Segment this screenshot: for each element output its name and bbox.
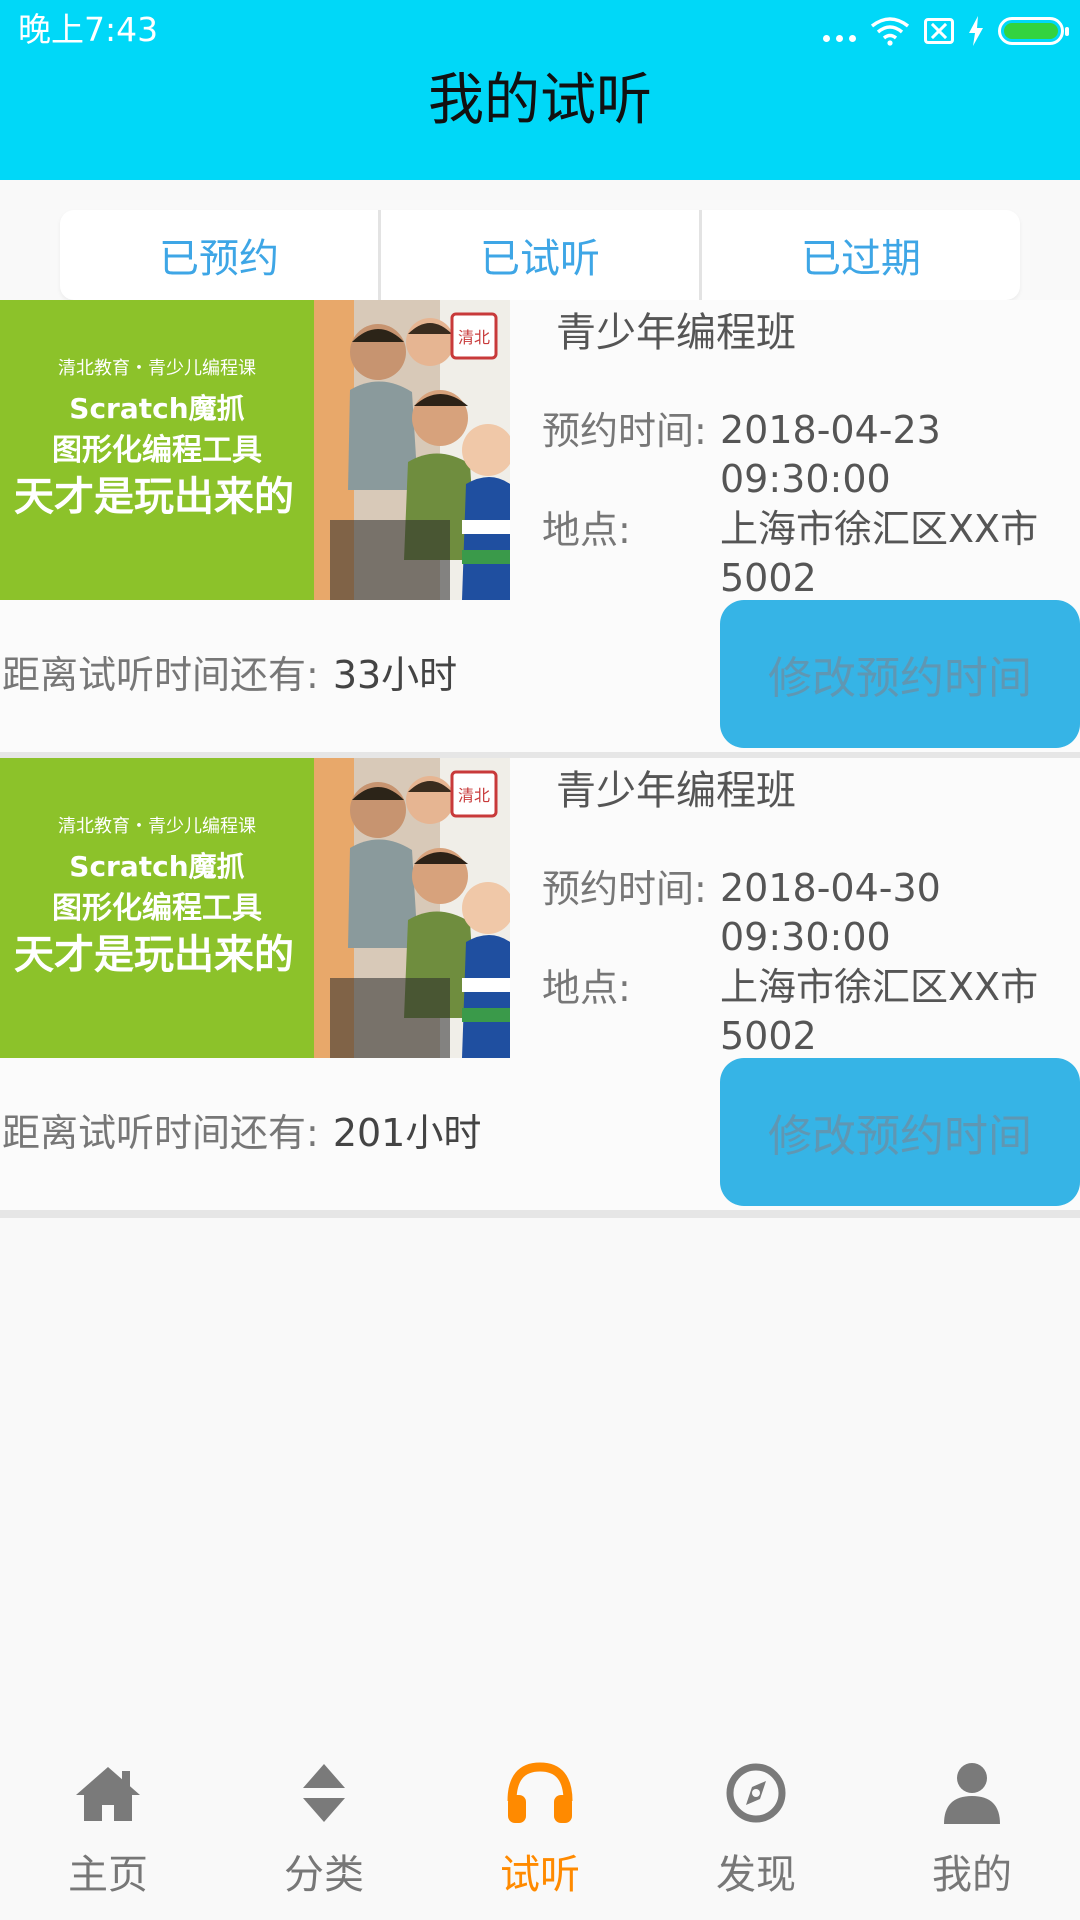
thumb-line1: 清北教育・青少儿编程课 [58,358,256,379]
course-thumbnail[interactable]: 清北教育・青少儿编程课 Scratch魔抓 图形化编程工具 天才是玩出来的 清北 [0,300,510,600]
nav-home[interactable]: 主页 [0,1730,216,1920]
trial-date: 2018-04-30 [720,866,941,910]
page-title: 我的试听 [428,68,652,133]
nav-mine-label: 我的 [932,1852,1012,1898]
tab-expired[interactable]: 已过期 [699,210,1020,300]
brand-seal-icon: 清北 [450,312,498,360]
location-line1: 上海市徐汇区XX市 [720,965,1039,1009]
thumb-line4: 天才是玩出来的 [14,474,294,520]
thumb-line1: 清北教育・青少儿编程课 [58,816,256,837]
location-line1: 上海市徐汇区XX市 [720,507,1039,551]
modify-booking-button[interactable]: 修改预约时间 [720,1058,1080,1206]
segment-tabs: 已预约 已试听 已过期 [60,210,1020,300]
thumb-line2: Scratch魔抓 [69,392,244,425]
nav-category-label: 分类 [284,1852,364,1898]
thumb-line3: 图形化编程工具 [52,891,262,926]
course-thumbnail[interactable]: 清北教育・青少儿编程课 Scratch魔抓 图形化编程工具 天才是玩出来的 清北 [0,758,510,1058]
battery-icon [998,17,1069,45]
countdown-value: 201小时 [332,1111,482,1155]
status-icons [823,12,1069,50]
time-label: 预约时间: [542,867,707,911]
course-name: 青少年编程班 [556,310,796,356]
nav-mine[interactable]: 我的 [864,1730,1080,1920]
more-dots-icon [823,16,856,46]
no-sim-icon [924,18,954,44]
trial-card[interactable]: 清北教育・青少儿编程课 Scratch魔抓 图形化编程工具 天才是玩出来的 清北 [0,758,1080,1218]
charging-icon [969,16,983,46]
header: 我的试听 [0,62,1080,180]
headphones-icon [500,1758,580,1828]
countdown-label: 距离试听时间还有: [2,1111,319,1155]
trial-date: 2018-04-23 [720,408,941,452]
countdown: 距离试听时间还有: 33小时 [2,650,457,700]
nav-trial-label: 试听 [500,1852,580,1898]
seal-text: 清北 [458,328,490,347]
countdown: 距离试听时间还有: 201小时 [2,1108,481,1158]
bottom-nav: 主页 分类 试听 发现 我的 [0,1730,1080,1920]
thumb-line4: 天才是玩出来的 [14,932,294,978]
nav-trial[interactable]: 试听 [432,1730,648,1920]
countdown-value: 33小时 [332,653,458,697]
location-label: 地点: [542,966,631,1010]
nav-category[interactable]: 分类 [216,1730,432,1920]
nav-home-label: 主页 [68,1852,148,1898]
course-name: 青少年编程班 [556,768,796,814]
trial-card[interactable]: 清北教育・青少儿编程课 Scratch魔抓 图形化编程工具 天才是玩出来的 清北 [0,300,1080,760]
trial-time: 09:30:00 [720,915,891,959]
status-time: 晚上7:43 [18,10,159,49]
tab-booked[interactable]: 已预约 [60,210,378,300]
trial-time: 09:30:00 [720,457,891,501]
tab-attended[interactable]: 已试听 [378,210,699,300]
status-bar: 晚上7:43 [0,0,1080,62]
nav-discover[interactable]: 发现 [648,1730,864,1920]
seal-text: 清北 [458,786,490,805]
nav-discover-label: 发现 [716,1852,796,1898]
compass-icon [716,1758,796,1828]
wifi-icon [870,17,910,46]
modify-booking-button[interactable]: 修改预约时间 [720,600,1080,748]
thumb-line2: Scratch魔抓 [69,850,244,883]
location-line2: 5002 [720,1014,817,1058]
location-line2: 5002 [720,556,817,600]
home-icon [68,1758,148,1828]
sort-icon [284,1758,364,1828]
countdown-label: 距离试听时间还有: [2,653,319,697]
location-label: 地点: [542,508,631,552]
time-label: 预约时间: [542,409,707,453]
brand-seal-icon: 清北 [450,770,498,818]
user-icon [932,1758,1012,1828]
thumb-line3: 图形化编程工具 [52,433,262,468]
